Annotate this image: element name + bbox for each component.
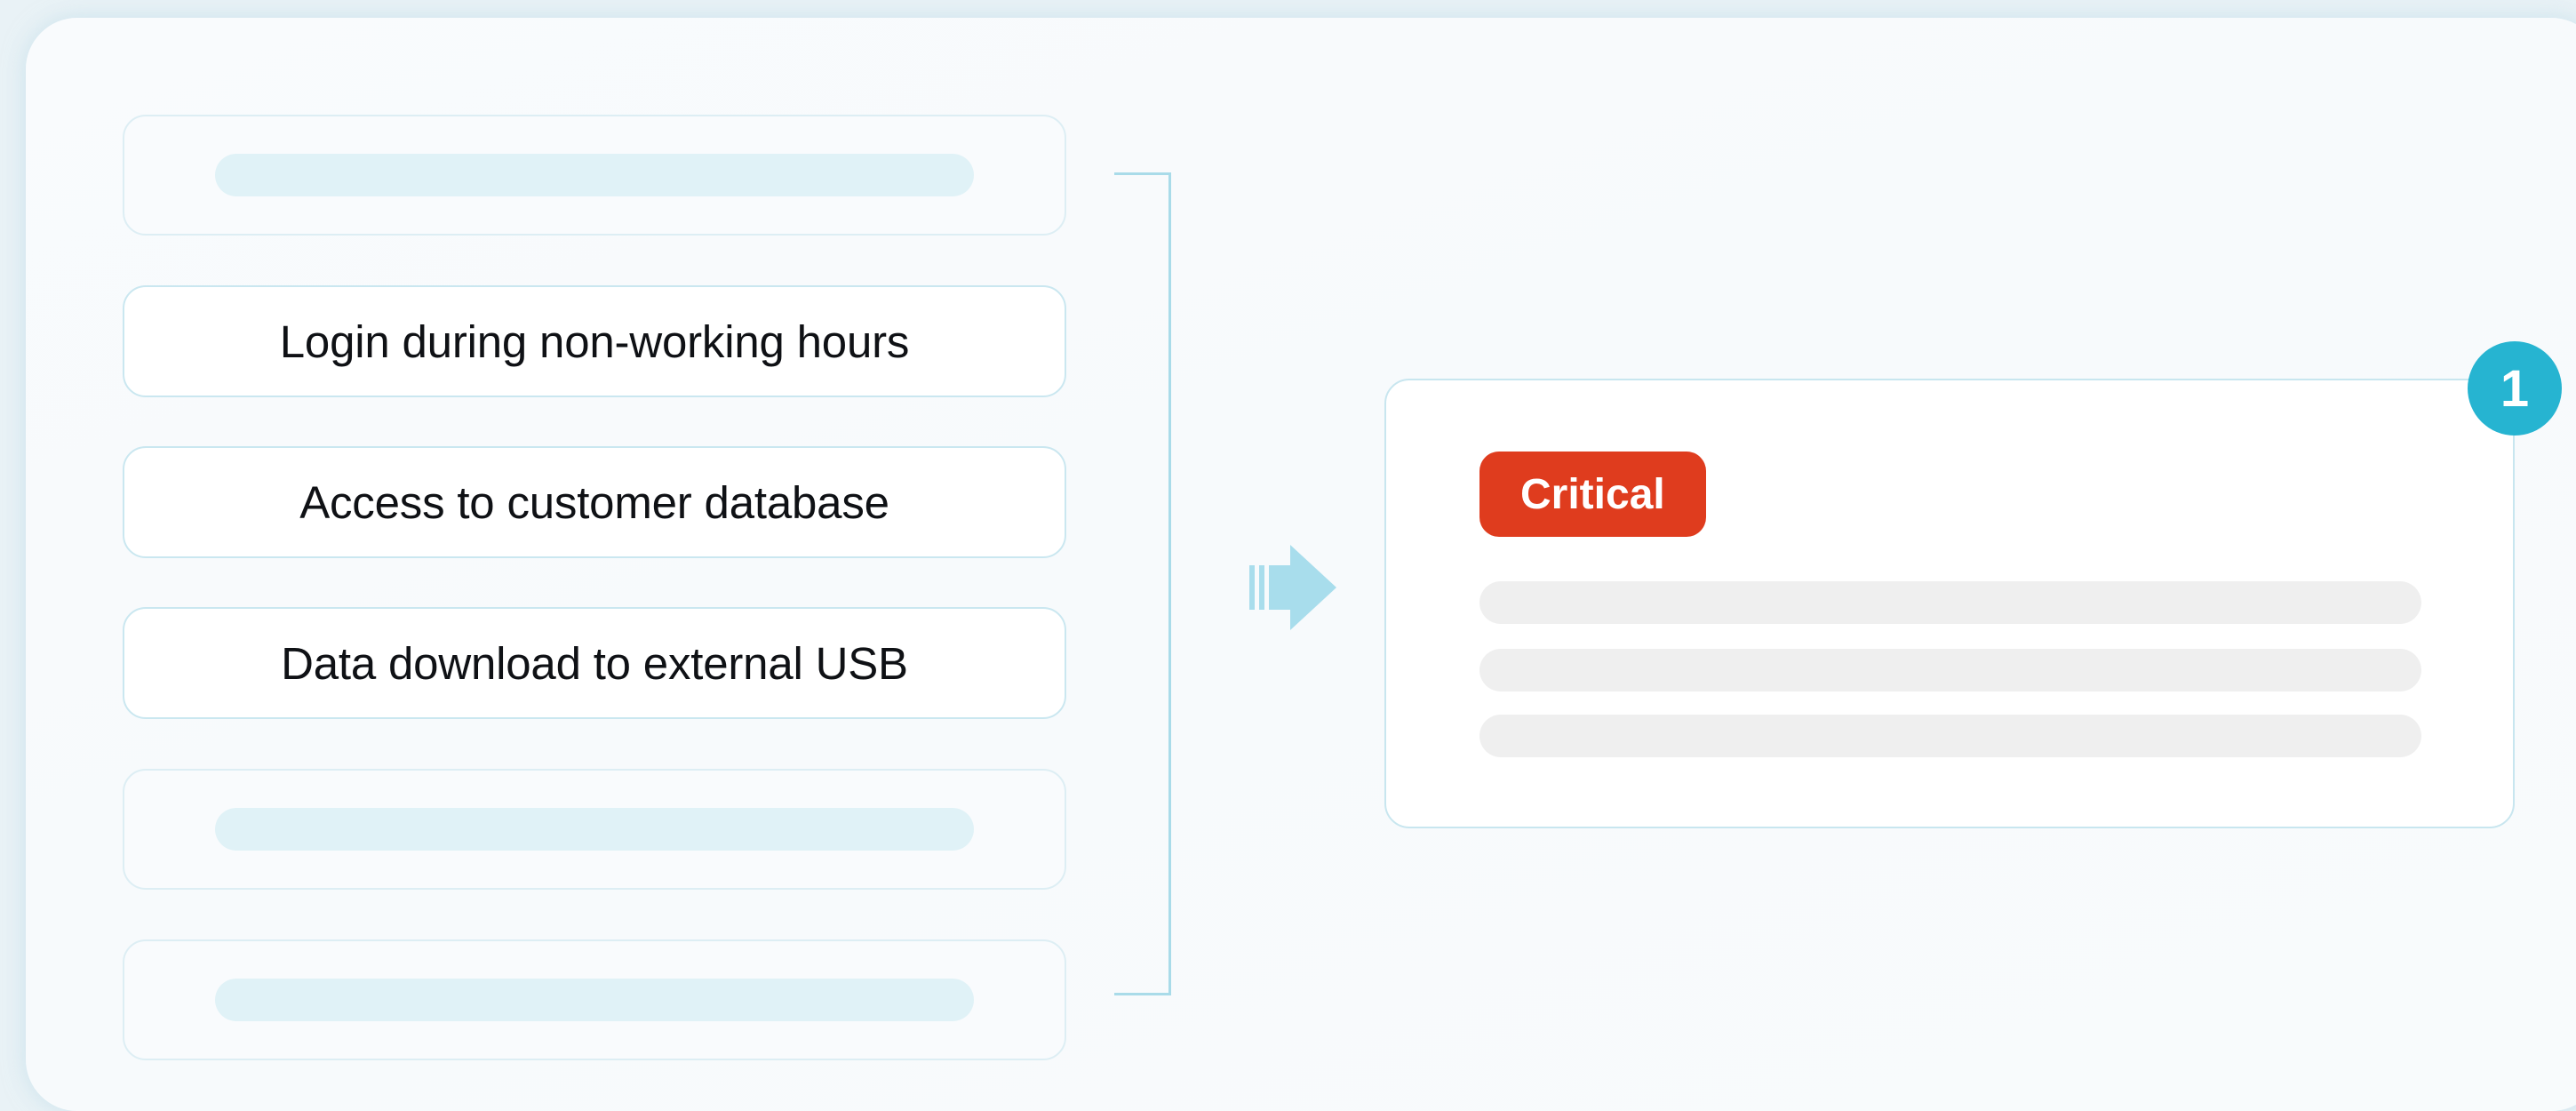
skeleton-line-3 (1479, 715, 2421, 757)
event-label: Access to customer database (299, 476, 889, 528)
critical-badge: Critical (1479, 452, 1706, 537)
event-placeholder-1 (123, 115, 1066, 236)
event-data-download-usb: Data download to external USB (123, 607, 1066, 719)
step-number-badge: 1 (2468, 341, 2562, 436)
placeholder-bar (215, 154, 974, 196)
placeholder-bar (215, 979, 974, 1021)
skeleton-line-2 (1479, 649, 2421, 691)
event-label: Login during non-working hours (279, 316, 910, 367)
event-label: Data download to external USB (281, 637, 908, 689)
arrow-right-icon (1249, 545, 1336, 630)
event-placeholder-2 (123, 769, 1066, 890)
grouping-bracket (1114, 172, 1171, 995)
placeholder-bar (215, 808, 974, 851)
event-access-customer-database: Access to customer database (123, 446, 1066, 558)
result-card: Critical (1384, 379, 2515, 828)
skeleton-line-1 (1479, 581, 2421, 624)
event-placeholder-3 (123, 939, 1066, 1060)
event-login-non-working-hours: Login during non-working hours (123, 285, 1066, 397)
